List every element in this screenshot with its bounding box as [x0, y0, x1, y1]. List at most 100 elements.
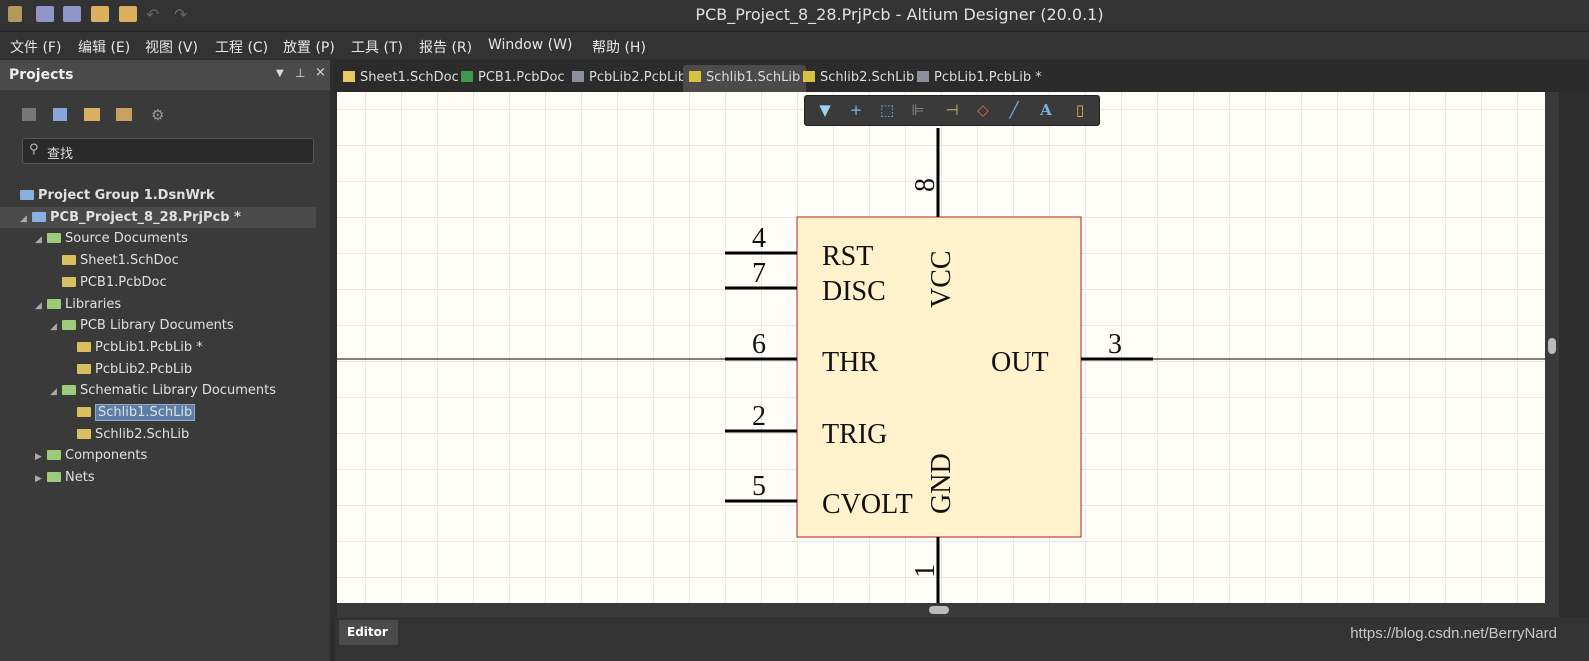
horizontal-scrollbar[interactable]: [337, 603, 1545, 617]
tree-item-label: Schlib2.SchLib: [95, 426, 190, 442]
expanded-arrow-icon[interactable]: ◢: [20, 214, 32, 224]
align-icon[interactable]: ⊫: [907, 101, 929, 121]
tree-item-label: Components: [65, 448, 148, 464]
pin-name: RST: [822, 241, 873, 272]
pin-number: 2: [752, 401, 766, 432]
menu-file[interactable]: 文件 (F): [10, 37, 61, 57]
schematic-canvas[interactable]: 4 7 6 2 5 3 8 1 RST DISC THR TRIG CVOLT …: [337, 92, 1545, 603]
pin-name: DISC: [822, 276, 886, 307]
vertical-scrollbar[interactable]: [1545, 92, 1559, 617]
tab-label: Sheet1.SchDoc: [360, 70, 459, 85]
pin-number: 8: [910, 178, 941, 192]
filter-icon[interactable]: ▼: [814, 101, 836, 121]
move-icon[interactable]: +: [845, 101, 867, 121]
menu-help[interactable]: 帮助 (H): [592, 37, 646, 57]
menu-place[interactable]: 放置 (P): [283, 37, 335, 57]
tree-item[interactable]: ◢ PCB_Project_8_28.PrjPcb *: [0, 206, 316, 228]
folder-settings-icon[interactable]: [116, 108, 132, 121]
tree-item-label: PCB_Project_8_28.PrjPcb *: [50, 209, 241, 225]
collapsed-arrow-icon[interactable]: ▶: [35, 474, 47, 484]
tree-item[interactable]: Sheet1.SchDoc: [0, 250, 316, 271]
place-line-icon[interactable]: ╱: [1003, 101, 1025, 121]
place-pin-icon[interactable]: ⊣: [941, 101, 963, 121]
search-input[interactable]: ⚲ 查找: [22, 138, 314, 164]
tree-item-label: Source Documents: [65, 231, 188, 247]
tab-pcblib1[interactable]: PcbLib1.PcbLib *: [911, 65, 1048, 92]
document-icon: [62, 255, 76, 266]
watermark: https://blog.csdn.net/BerryNard: [1350, 625, 1557, 642]
menu-reports[interactable]: 报告 (R): [419, 37, 472, 57]
title-bar: ↶ ↷ PCB_Project_8_28.PrjPcb - Altium Des…: [0, 0, 1589, 30]
window-title: PCB_Project_8_28.PrjPcb - Altium Designe…: [695, 5, 1104, 24]
place-text-icon[interactable]: A: [1035, 101, 1057, 121]
editor-tab[interactable]: Editor: [339, 620, 398, 645]
expanded-arrow-icon[interactable]: ◢: [35, 301, 47, 311]
tree-item[interactable]: ▶ Nets: [0, 467, 316, 488]
collapsed-arrow-icon[interactable]: ▶: [35, 452, 47, 462]
tab-sheet1[interactable]: Sheet1.SchDoc: [337, 65, 465, 92]
menu-window[interactable]: Window (W): [488, 37, 572, 53]
folder-search-icon[interactable]: [84, 108, 100, 121]
save-project-icon[interactable]: [22, 108, 36, 121]
expanded-arrow-icon[interactable]: ◢: [35, 235, 47, 245]
tab-schlib1[interactable]: Schlib1.SchLib: [683, 65, 807, 92]
tree-item[interactable]: Project Group 1.DsnWrk: [0, 185, 316, 206]
expanded-arrow-icon[interactable]: ◢: [50, 387, 62, 397]
search-placeholder: 查找: [47, 147, 74, 162]
tree-item-label: Sheet1.SchDoc: [80, 253, 179, 269]
scroll-thumb[interactable]: [1548, 338, 1556, 354]
tree-item-label: Schematic Library Documents: [80, 383, 276, 399]
tree-item[interactable]: ◢ Libraries: [0, 294, 316, 315]
panel-menu-icon[interactable]: ▼: [276, 68, 284, 79]
component-drawing: 4 7 6 2 5 3 8 1 RST DISC THR TRIG CVOLT …: [337, 128, 1545, 603]
projects-panel: Projects ▼ ⊥ × ⚙ ⚲ 查找 Project Group 1.Ds…: [0, 60, 330, 661]
pin-number: 4: [752, 223, 766, 254]
pin-name: OUT: [991, 347, 1049, 378]
tab-pcblib2[interactable]: PcbLib2.PcbLib: [566, 65, 692, 92]
pcblib-icon: [572, 71, 584, 82]
menu-project[interactable]: 工程 (C): [215, 37, 268, 57]
scroll-thumb[interactable]: [929, 606, 949, 614]
document-icon: [77, 341, 91, 352]
tree-item-label: Schlib1.SchLib: [95, 404, 196, 421]
pin-number: 6: [752, 329, 766, 360]
tree-item-label: PCB1.PcbDoc: [80, 274, 167, 290]
panel-title: Projects: [9, 67, 74, 83]
pin-icon[interactable]: ⊥: [295, 66, 305, 80]
schlib-icon: [803, 71, 815, 82]
tree-item[interactable]: Schlib1.SchLib: [0, 402, 316, 423]
tree-item[interactable]: ◢ PCB Library Documents: [0, 315, 316, 336]
tab-label: PcbLib2.PcbLib: [589, 70, 687, 85]
folder-icon: [47, 298, 61, 309]
document-icon: [77, 428, 91, 439]
tab-pcb1[interactable]: PCB1.PcbDoc: [455, 65, 571, 92]
document-icon: [20, 190, 34, 200]
pin-number: 7: [752, 258, 766, 289]
pin-number: 5: [752, 471, 766, 502]
expanded-arrow-icon[interactable]: ◢: [50, 322, 62, 332]
tree-item[interactable]: PcbLib1.PcbLib *: [0, 337, 316, 358]
close-icon[interactable]: ×: [315, 65, 326, 80]
gear-icon[interactable]: ⚙: [151, 106, 164, 124]
menu-edit[interactable]: 编辑 (E): [78, 37, 130, 57]
panel-header: Projects ▼ ⊥ ×: [0, 60, 330, 90]
component-icon[interactable]: ▯: [1069, 101, 1091, 121]
tree-item-label: PCB Library Documents: [80, 318, 234, 334]
tree-item[interactable]: PcbLib2.PcbLib: [0, 359, 316, 380]
tree-item[interactable]: ▶ Components: [0, 445, 316, 466]
document-icon: [77, 363, 91, 374]
tree-item[interactable]: Schlib2.SchLib: [0, 424, 316, 445]
pin-name: TRIG: [822, 419, 887, 450]
tree-item-label: PcbLib1.PcbLib *: [95, 339, 203, 355]
tree-item[interactable]: ◢ Schematic Library Documents: [0, 380, 316, 401]
pin-name: CVOLT: [822, 489, 913, 520]
select-icon[interactable]: ⬚: [876, 101, 898, 121]
document-tabs: Sheet1.SchDoc PCB1.PcbDoc PcbLib2.PcbLib…: [335, 60, 1589, 92]
menu-tools[interactable]: 工具 (T): [351, 37, 403, 57]
tree-item[interactable]: PCB1.PcbDoc: [0, 272, 316, 293]
tree-item[interactable]: ◢ Source Documents: [0, 228, 316, 249]
copy-icon[interactable]: [53, 108, 67, 121]
place-shape-icon[interactable]: ◇: [972, 101, 994, 121]
tab-schlib2[interactable]: Schlib2.SchLib: [797, 65, 920, 92]
menu-view[interactable]: 视图 (V): [145, 37, 198, 57]
